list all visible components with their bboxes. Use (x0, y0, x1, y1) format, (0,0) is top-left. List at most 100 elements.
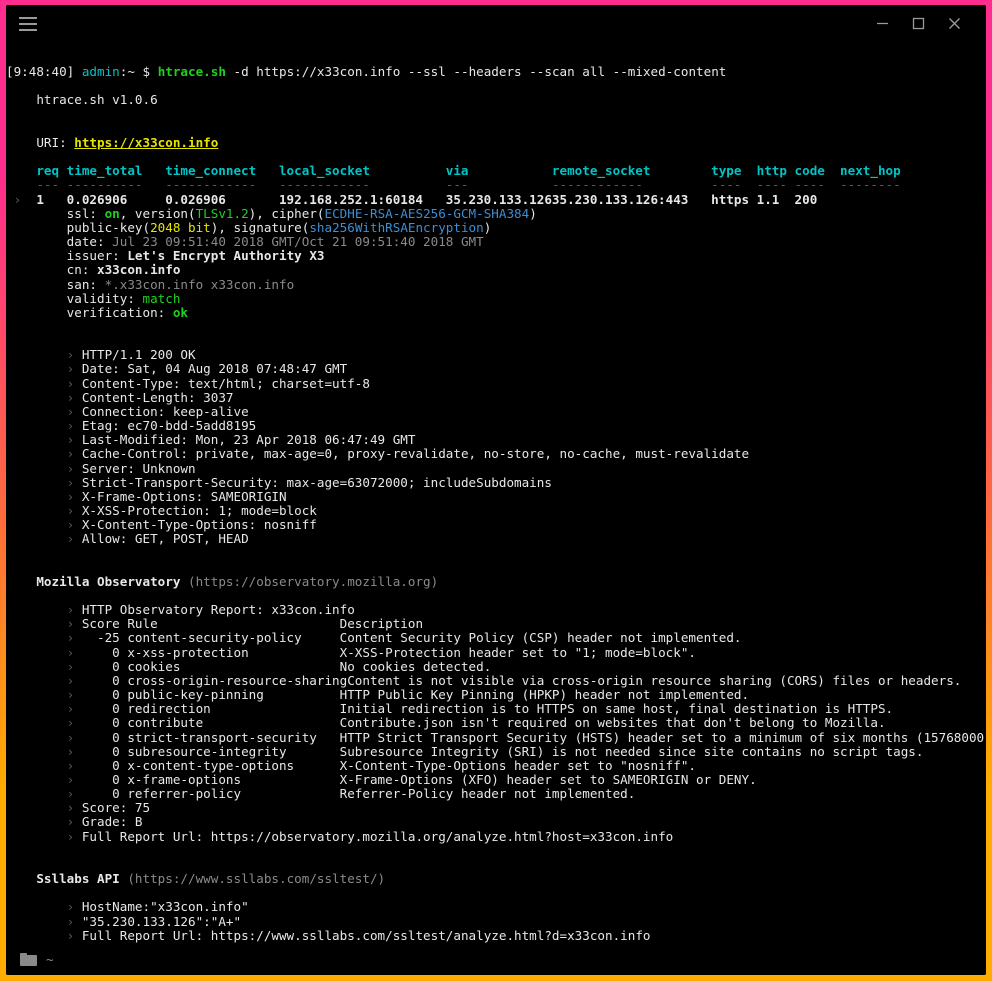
bullet-icon: › (67, 800, 82, 815)
status-bar-path: ~ (46, 952, 54, 967)
table-rule-row: --- ---------- ------------ ------------… (6, 177, 901, 192)
bullet-icon: › (67, 659, 82, 674)
bullet-icon: › (67, 418, 82, 433)
observatory-rule-row: 0 x-frame-options X-Frame-Options (XFO) … (82, 772, 757, 787)
ssllabs-line: Full Report Url: https://www.ssllabs.com… (82, 928, 651, 943)
bullet-icon: › (67, 928, 82, 943)
pubkey-value: 2048 bit (150, 220, 211, 235)
bullet-icon: › (67, 432, 82, 447)
table-data-row: 1 0.026906 0.026906 192.168.252.1:60184 … (29, 192, 818, 207)
uri-value: https://x33con.info (74, 135, 218, 150)
close-button[interactable] (936, 9, 972, 39)
bullet-icon: › (67, 361, 82, 376)
hamburger-bar (19, 17, 37, 19)
ssl-label: ssl: (67, 206, 105, 221)
bullet-icon: › (67, 730, 82, 745)
bullet-icon: › (67, 744, 82, 759)
http-header-line: Content-Length: 3037 (82, 390, 234, 405)
cert-cn-label: cn: (67, 262, 97, 277)
http-header-line: Allow: GET, POST, HEAD (82, 531, 249, 546)
cert-san-value: *.x33con.info x33con.info (105, 277, 295, 292)
http-header-line: Cache-Control: private, max-age=0, proxy… (82, 446, 749, 461)
bullet-icon: › (67, 390, 82, 405)
prompt-command-name: htrace.sh (158, 64, 226, 79)
bullet-icon: › (67, 475, 82, 490)
minimize-button[interactable] (864, 9, 900, 39)
cert-cn-value: x33con.info (97, 262, 180, 277)
cert-issuer-label: issuer: (67, 248, 128, 263)
bullet-icon: › (67, 645, 82, 660)
observatory-report-url: Full Report Url: https://observatory.moz… (82, 829, 673, 844)
bullet-icon: › (67, 489, 82, 504)
cert-verification-value: ok (173, 305, 188, 320)
row-marker: › (6, 192, 29, 207)
observatory-column-headers: Score Rule Description (82, 616, 423, 631)
ssl-state: on (105, 206, 120, 221)
bullet-icon: › (67, 758, 82, 773)
prompt-command-args: -d https://x33con.info --ssl --headers -… (226, 64, 726, 79)
http-header-line: Last-Modified: Mon, 23 Apr 2018 06:47:49… (82, 432, 416, 447)
observatory-rule-row: 0 public-key-pinning HTTP Public Key Pin… (82, 687, 749, 702)
bullet-icon: › (67, 376, 82, 391)
signature-label: ), signature( (211, 220, 310, 235)
ssllabs-line: "35.230.133.126":"A+" (82, 914, 241, 929)
bullet-icon: › (67, 701, 82, 716)
ssl-cipher-value: ECDHE-RSA-AES256-GCM-SHA384 (325, 206, 530, 221)
cert-validity-label: validity: (67, 291, 143, 306)
cert-validity-value: match (143, 291, 181, 306)
observatory-rule-row: 0 subresource-integrity Subresource Inte… (82, 744, 924, 759)
prompt-time: [9:48:40] (6, 64, 74, 79)
bullet-icon: › (67, 899, 82, 914)
bullet-icon: › (67, 531, 82, 546)
table-header-row: req time_total time_connect local_socket… (6, 163, 901, 178)
observatory-rule-row: 0 redirection Initial redirection is to … (82, 701, 893, 716)
http-header-line: Connection: keep-alive (82, 404, 249, 419)
ssllabs-title: Ssllabs API (36, 871, 119, 886)
observatory-url: (https://observatory.mozilla.org) (188, 574, 438, 589)
ssl-version-label: , version( (120, 206, 196, 221)
prompt-user: admin (82, 64, 120, 79)
observatory-rule-row: 0 referrer-policy Referrer-Policy header… (82, 786, 636, 801)
uri-label: URI: (36, 135, 74, 150)
cert-issuer-value: Let's Encrypt Authority X3 (127, 248, 324, 263)
signature-paren: ) (484, 220, 492, 235)
pubkey-label: public-key( (67, 220, 150, 235)
signature-value: sha256WithRSAEncryption (309, 220, 483, 235)
title-bar (6, 5, 986, 42)
ssl-version-value: TLSv1.2 (196, 206, 249, 221)
http-header-line: HTTP/1.1 200 OK (82, 347, 196, 362)
bullet-icon: › (67, 786, 82, 801)
http-header-line: Strict-Transport-Security: max-age=63072… (82, 475, 552, 490)
observatory-rule-row: 0 strict-transport-security HTTP Strict … (82, 730, 986, 745)
bullet-icon: › (67, 461, 82, 476)
hamburger-bar (19, 29, 37, 31)
ssllabs-url: (https://www.ssllabs.com/ssltest/) (127, 871, 385, 886)
hamburger-menu-icon[interactable] (19, 17, 37, 31)
http-header-line: Etag: ec70-bdd-5add8195 (82, 418, 256, 433)
terminal-screen: [9:48:40] admin:~ $ htrace.sh -d https:/… (6, 42, 986, 944)
bullet-icon: › (67, 616, 82, 631)
observatory-rule-row: -25 content-security-policy Content Secu… (82, 630, 742, 645)
http-header-line: X-XSS-Protection: 1; mode=block (82, 503, 317, 518)
observatory-rule-row: 0 contribute Contribute.json isn't requi… (82, 715, 886, 730)
bullet-icon: › (67, 814, 82, 829)
bullet-icon: › (67, 772, 82, 787)
hamburger-bar (19, 23, 37, 25)
terminal-output-area[interactable]: [9:48:40] admin:~ $ htrace.sh -d https:/… (6, 42, 986, 944)
maximize-button[interactable] (900, 9, 936, 39)
version-line: htrace.sh v1.0.6 (36, 92, 157, 107)
bullet-icon: › (67, 829, 82, 844)
status-bar: ~ (6, 944, 986, 975)
bullet-icon: › (67, 602, 82, 617)
http-header-line: Date: Sat, 04 Aug 2018 07:48:47 GMT (82, 361, 347, 376)
window-inner: [9:48:40] admin:~ $ htrace.sh -d https:/… (6, 5, 986, 975)
bullet-icon: › (67, 446, 82, 461)
ssl-cipher-label: ), cipher( (249, 206, 325, 221)
observatory-rule-row: 0 x-content-type-options X-Content-Type-… (82, 758, 696, 773)
bullet-icon: › (67, 347, 82, 362)
observatory-rule-row: 0 cross-origin-resource-sharingContent i… (82, 673, 962, 688)
http-header-line: Server: Unknown (82, 461, 196, 476)
observatory-title: Mozilla Observatory (36, 574, 180, 589)
bullet-icon: › (67, 630, 82, 645)
terminal-window: [9:48:40] admin:~ $ htrace.sh -d https:/… (0, 0, 992, 981)
